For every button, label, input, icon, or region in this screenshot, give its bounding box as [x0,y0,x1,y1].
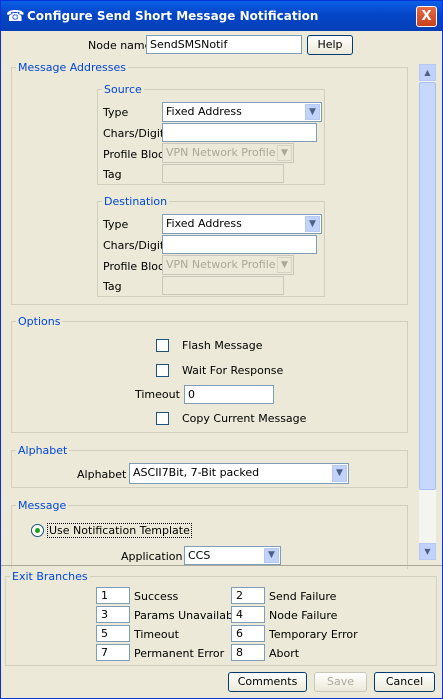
exit-branch-label: Send Failure [269,590,337,603]
scroll-up-icon[interactable]: ▲ [419,64,436,81]
chevron-down-icon: ▼ [277,145,292,161]
source-chars-label: Chars/Digits [103,127,170,140]
chevron-down-icon: ▼ [264,548,279,563]
exit-branch-label: Abort [269,647,300,660]
exit-branch-label: Timeout [134,628,179,641]
exit-branch-number: 4 [231,606,265,623]
chevron-down-icon: ▼ [305,104,320,120]
options-legend: Options [18,315,61,328]
chevron-down-icon: ▼ [305,216,320,232]
chevron-down-icon: ▼ [332,465,347,482]
application-select[interactable]: CCS ▼ [184,546,281,565]
exit-branch-label: Permanent Error [134,647,225,660]
source-profile-select: VPN Network Profile ▼ [162,143,294,163]
use-notification-template-radio[interactable] [31,524,44,537]
scrollbar-thumb[interactable] [419,82,436,490]
destination-profile-select: VPN Network Profile ▼ [162,255,294,275]
node-name-label: Node name [88,39,152,52]
destination-type-label: Type [103,218,129,231]
title-bar: ☎ Configure Send Short Message Notificat… [1,1,442,31]
source-profile-label: Profile Block [103,148,171,161]
destination-tag-input [162,276,284,295]
message-addresses-legend: Message Addresses [18,61,127,74]
timeout-label: Timeout [135,388,180,401]
copy-current-message-checkbox[interactable] [156,412,169,425]
comments-button[interactable]: Comments [228,672,307,692]
source-chars-input[interactable] [162,123,317,142]
help-button[interactable]: Help [307,35,353,55]
source-type-select[interactable]: Fixed Address ▼ [162,102,322,122]
wait-for-response-checkbox[interactable] [156,364,169,377]
source-legend: Source [104,83,142,96]
application-label: Application [121,550,183,563]
destination-type-select[interactable]: Fixed Address ▼ [162,214,322,234]
exit-branch-number: 7 [96,644,130,661]
cancel-button[interactable]: Cancel [374,672,435,692]
alphabet-select[interactable]: ASCII7Bit, 7-Bit packed ▼ [129,463,349,484]
copy-current-message-label: Copy Current Message [182,412,307,425]
vertical-scrollbar[interactable]: ▲ ▼ [419,64,436,560]
destination-chars-input[interactable] [162,235,317,254]
exit-branch-label: Node Failure [269,609,338,622]
close-button[interactable]: X [416,6,437,27]
exit-branch-label: Params Unavailable [134,609,243,622]
exit-branch-number: 1 [96,587,130,604]
scroll-down-icon[interactable]: ▼ [419,543,436,560]
dialog-window: ☎ Configure Send Short Message Notificat… [0,0,443,699]
exit-branch-number: 2 [231,587,265,604]
exit-branches-legend: Exit Branches [12,570,88,583]
exit-branch-number: 5 [96,625,130,642]
use-notification-template-label: Use Notification Template [47,523,192,538]
alphabet-legend: Alphabet [18,444,68,457]
message-legend: Message [18,499,67,512]
wait-for-response-label: Wait For Response [182,364,284,377]
source-type-label: Type [103,106,129,119]
exit-branch-label: Success [134,590,179,603]
exit-branch-number: 8 [231,644,265,661]
source-tag-label: Tag [103,168,122,181]
chevron-down-icon: ▼ [277,257,292,273]
divider [1,565,442,566]
alphabet-label: Alphabet [77,468,127,481]
flash-message-label: Flash Message [182,339,263,352]
flash-message-checkbox[interactable] [156,339,169,352]
source-tag-input [162,164,284,183]
phone-icon: ☎ [6,7,25,25]
destination-tag-label: Tag [103,280,122,293]
exit-branch-label: Temporary Error [269,628,358,641]
exit-branch-number: 3 [96,606,130,623]
save-button[interactable]: Save [314,672,367,692]
node-name-input[interactable]: SendSMSNotif [146,35,302,54]
destination-legend: Destination [104,195,168,208]
window-title: Configure Send Short Message Notificatio… [27,9,319,23]
exit-branch-number: 6 [231,625,265,642]
timeout-input[interactable]: 0 [184,385,274,404]
destination-chars-label: Chars/Digits [103,239,170,252]
destination-profile-label: Profile Block [103,260,171,273]
